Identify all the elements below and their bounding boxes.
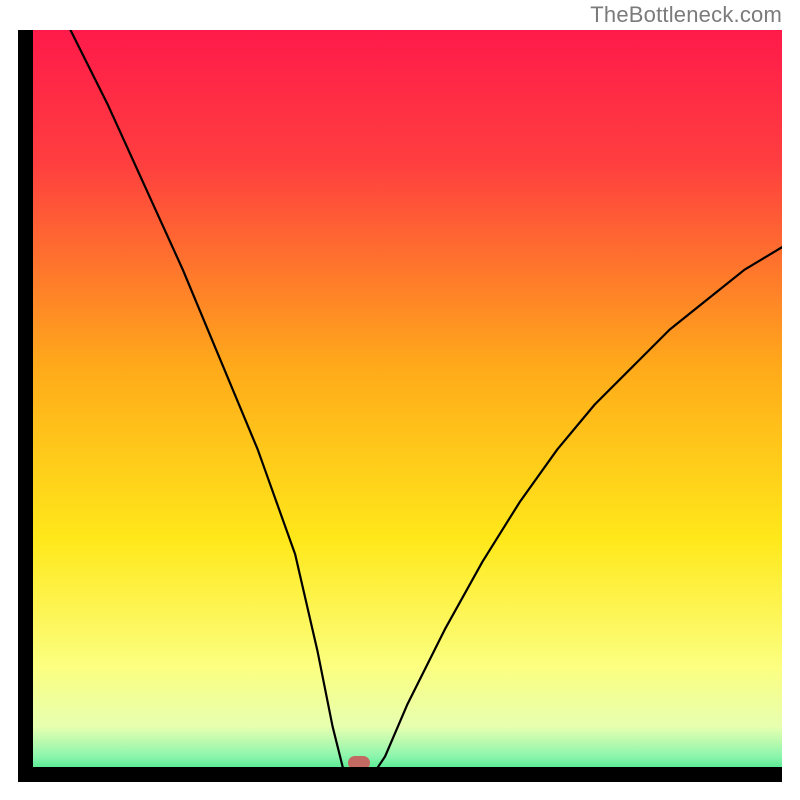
chart-container: TheBottleneck.com — [0, 0, 800, 800]
plot-frame — [18, 30, 782, 782]
plot-area — [33, 30, 782, 767]
bottleneck-curve — [33, 30, 782, 767]
optimum-marker — [348, 756, 370, 767]
watermark-text: TheBottleneck.com — [590, 2, 782, 28]
